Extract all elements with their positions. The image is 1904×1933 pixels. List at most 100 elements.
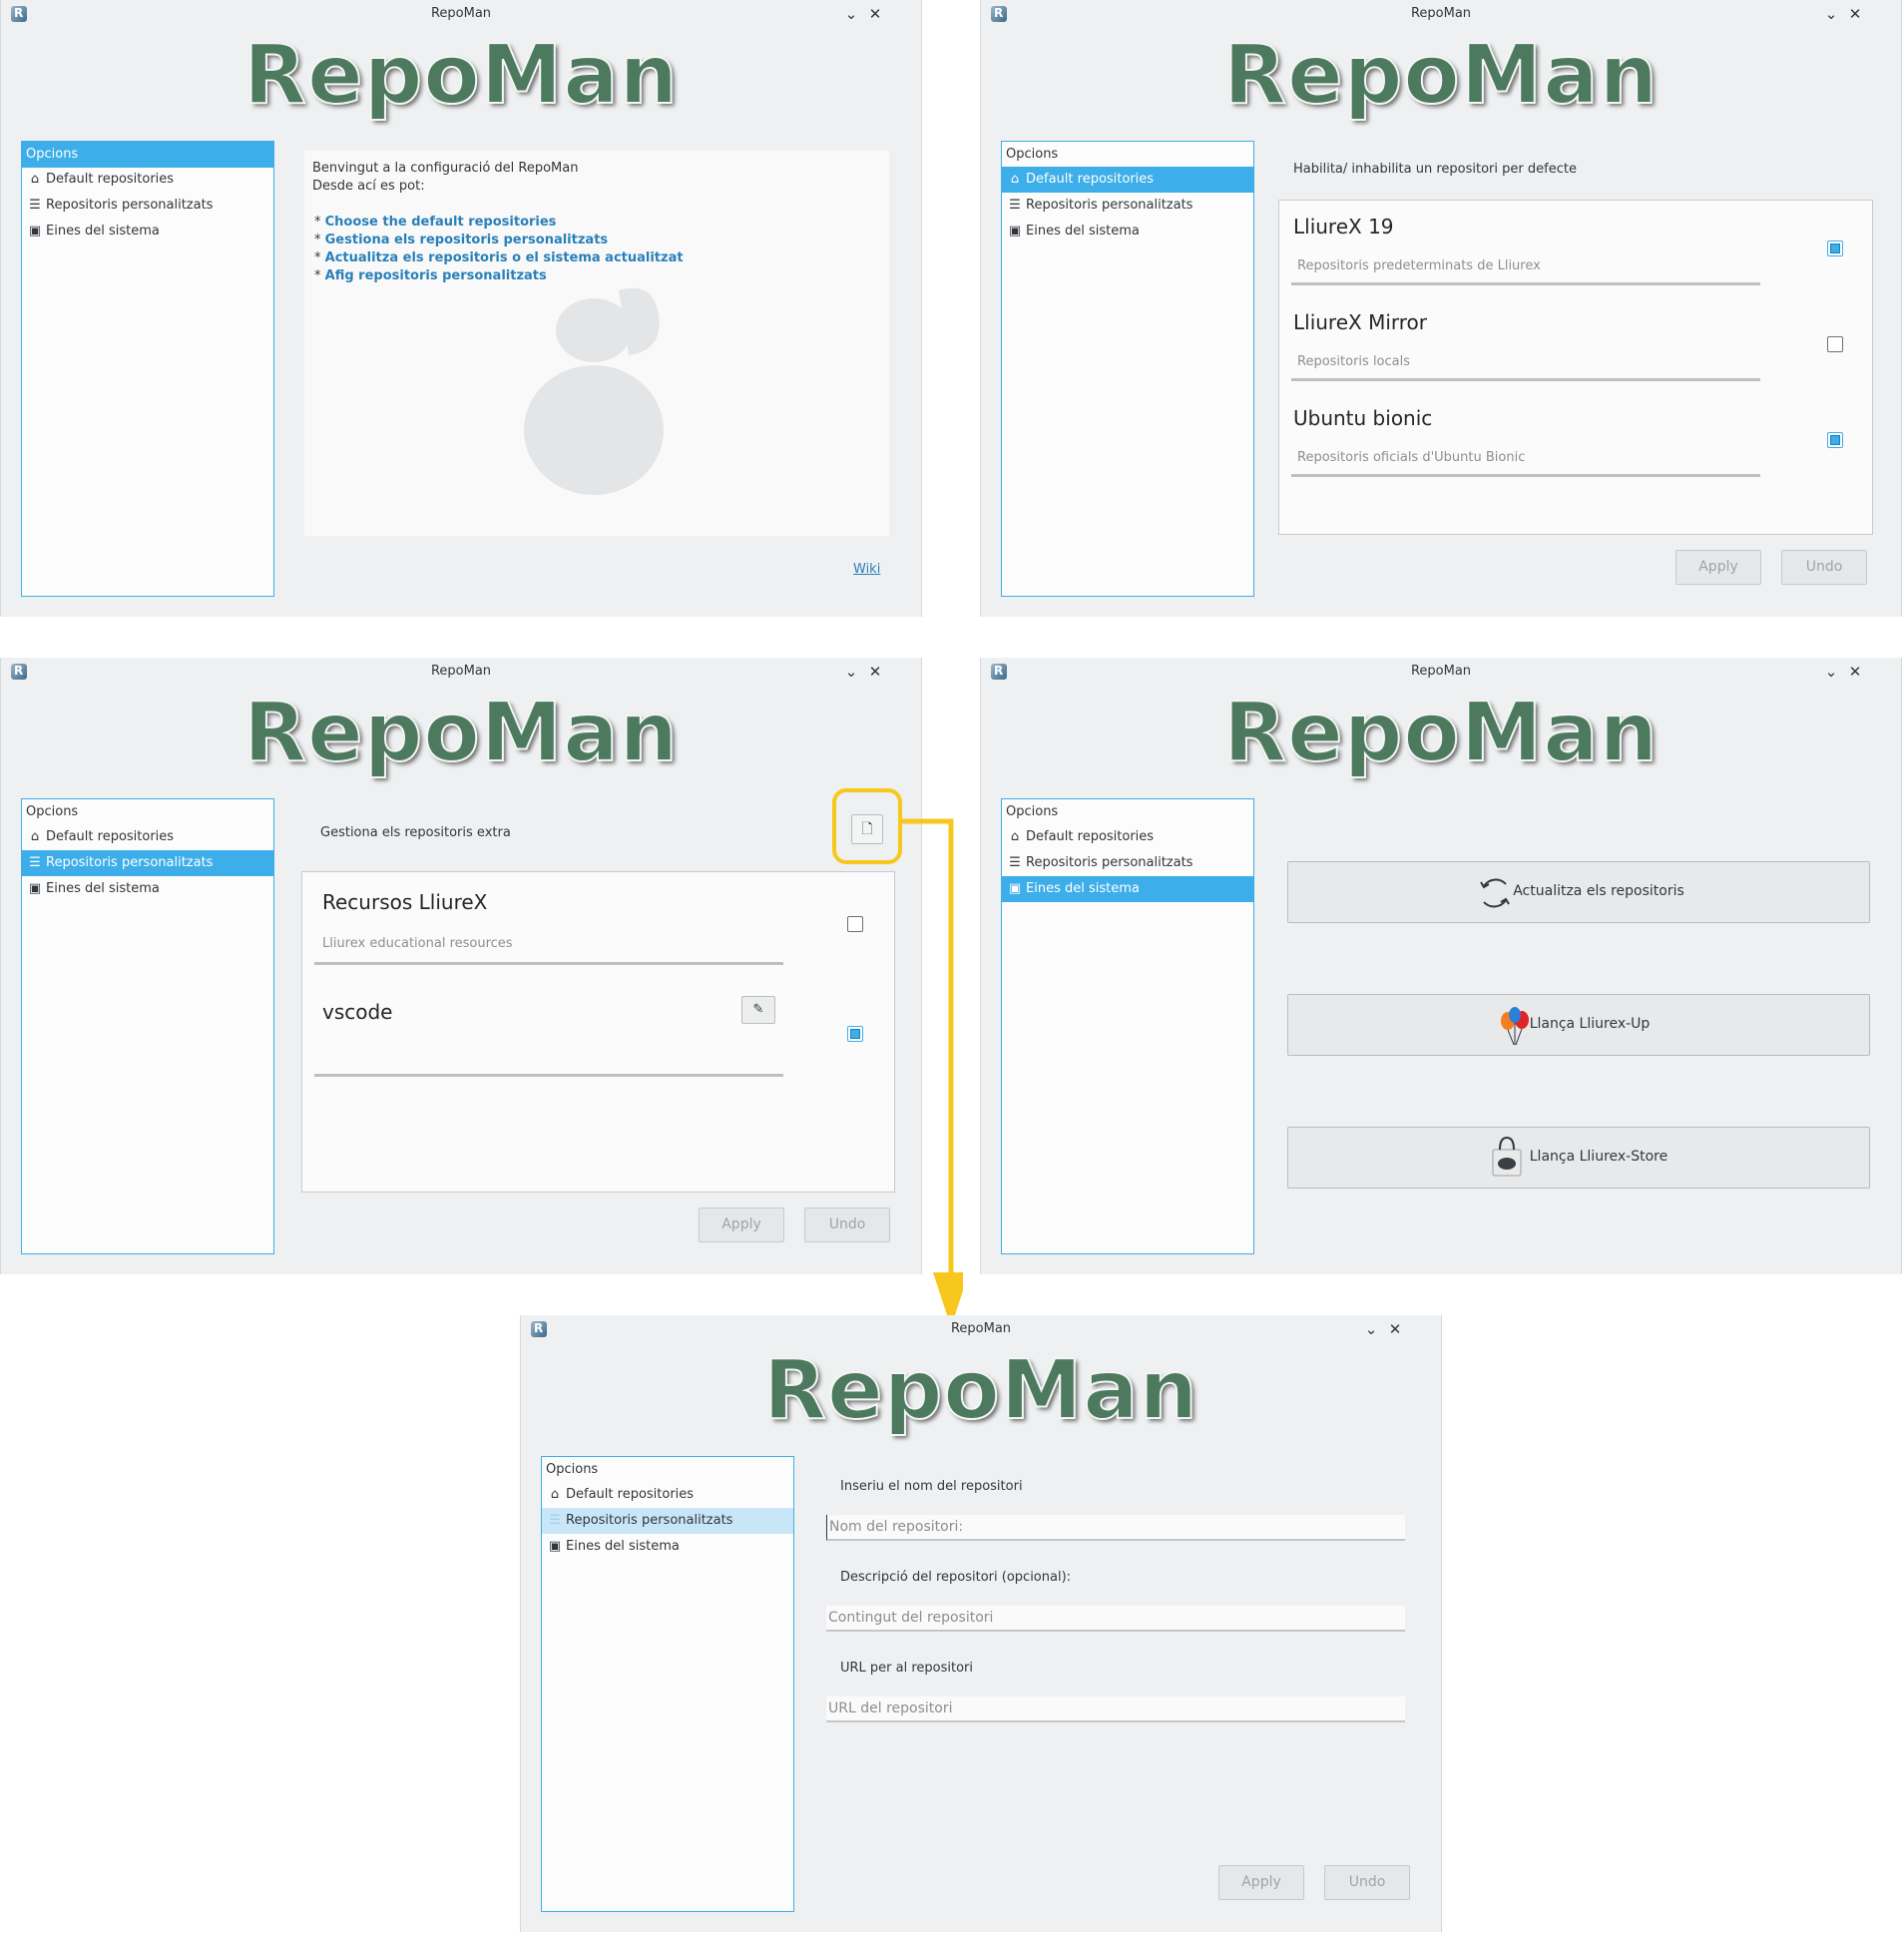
list-icon: ☰ bbox=[29, 198, 41, 213]
repo-name-input[interactable]: Nom del repositori: bbox=[826, 1515, 1405, 1541]
wiki-link[interactable]: Wiki bbox=[853, 562, 880, 577]
sidebar-item-default-repositories[interactable]: ⌂ Default repositories bbox=[22, 167, 273, 193]
home-icon: ⌂ bbox=[30, 829, 40, 844]
launch-lliurex-store-button[interactable]: Llança Lliurex-Store bbox=[1287, 1127, 1870, 1189]
repo-description: Repositoris oficials d'Ubuntu Bionic bbox=[1297, 450, 1526, 465]
home-icon: ⌂ bbox=[30, 172, 40, 187]
link-custom-repositories[interactable]: Gestiona els repositoris personalitzats bbox=[325, 233, 609, 247]
sidebar-item-custom-repositories[interactable]: ☰ Repositoris personalitzats bbox=[1002, 850, 1253, 876]
undo-button[interactable]: Undo bbox=[1781, 550, 1867, 585]
sidebar: Opcions ⌂ Default repositories ☰ Repositor… bbox=[21, 141, 274, 597]
repo-description: Repositoris locals bbox=[1297, 354, 1411, 369]
sidebar-item-default-repositories[interactable]: ⌂ Default repositories bbox=[1002, 824, 1253, 850]
repo-url-input[interactable]: URL del repositori bbox=[826, 1696, 1405, 1722]
sidebar-header[interactable]: Opcions bbox=[22, 799, 273, 825]
welcome-panel: Benvingut a la configuració del RepoMan … bbox=[304, 151, 889, 536]
system-tools-icon: ▣ bbox=[548, 1539, 562, 1554]
window-title: RepoMan bbox=[950, 1321, 1012, 1336]
edit-repository-button[interactable]: ✎ bbox=[741, 996, 775, 1024]
close-icon[interactable]: ✕ bbox=[1385, 1319, 1405, 1339]
sidebar: Opcions ⌂ Default repositories ☰ Repositor… bbox=[1001, 141, 1254, 597]
repo-checkbox[interactable] bbox=[847, 916, 863, 932]
repo-name-label: Inseriu el nom del repositori bbox=[840, 1479, 1023, 1494]
welcome-link-row: * Choose the default repositories bbox=[314, 215, 557, 230]
minimize-icon[interactable]: ⌄ bbox=[841, 662, 861, 682]
sidebar-item-custom-repositories[interactable]: ☰ Repositoris personalitzats bbox=[1002, 193, 1253, 219]
minimize-icon[interactable]: ⌄ bbox=[841, 4, 861, 24]
list-icon: ☰ bbox=[1009, 855, 1021, 870]
sidebar-item-custom-repositories[interactable]: ☰ Repositoris personalitzats bbox=[22, 850, 273, 876]
apply-button[interactable]: Apply bbox=[699, 1208, 784, 1242]
section-heading: Habilita/ inhabilita un repositori per d… bbox=[1293, 162, 1577, 177]
window-title: RepoMan bbox=[1410, 664, 1472, 679]
sidebar-item-system-tools[interactable]: ▣ Eines del sistema bbox=[1002, 876, 1253, 902]
mascot-watermark bbox=[524, 287, 664, 495]
repo-name: LliureX Mirror bbox=[1293, 310, 1428, 334]
close-icon[interactable]: ✕ bbox=[865, 662, 885, 682]
apply-button[interactable]: Apply bbox=[1218, 1865, 1304, 1900]
window-welcome: RepoMan ⌄ ✕ RepoMan Opcions ⌂Default rep… bbox=[0, 0, 922, 617]
window-default-repositories: RepoMan ⌄ ✕ RepoMan Opcions ⌂Default rep… bbox=[980, 0, 1902, 617]
sidebar-header[interactable]: Opcions bbox=[22, 142, 273, 168]
minimize-icon[interactable]: ⌄ bbox=[1361, 1319, 1381, 1339]
close-icon[interactable]: ✕ bbox=[865, 4, 885, 24]
link-add-repositories[interactable]: Afig repositoris personalitzats bbox=[325, 268, 547, 283]
link-default-repositories[interactable]: Choose the default repositories bbox=[325, 215, 557, 230]
system-tools-icon: ▣ bbox=[1008, 224, 1022, 239]
sidebar-header[interactable]: Opcions bbox=[1002, 142, 1253, 168]
sidebar-item-custom-repositories[interactable]: ☰ Repositoris personalitzats bbox=[22, 193, 273, 219]
titlebar[interactable]: RepoMan ⌄ ✕ bbox=[981, 0, 1901, 28]
repo-checkbox[interactable] bbox=[1827, 336, 1843, 352]
titlebar[interactable]: RepoMan ⌄ ✕ bbox=[981, 658, 1901, 686]
repo-description-label: Descripció del repositori (opcional): bbox=[840, 1570, 1072, 1585]
minimize-icon[interactable]: ⌄ bbox=[1821, 662, 1841, 682]
close-icon[interactable]: ✕ bbox=[1845, 4, 1865, 24]
repo-url-label: URL per al repositori bbox=[840, 1661, 974, 1676]
titlebar[interactable]: RepoMan ⌄ ✕ bbox=[1, 0, 921, 28]
link-update-repositories[interactable]: Actualitza els repositoris o el sistema … bbox=[325, 250, 684, 265]
close-icon[interactable]: ✕ bbox=[1845, 662, 1865, 682]
sidebar-item-system-tools[interactable]: ▣ Eines del sistema bbox=[1002, 219, 1253, 244]
flow-arrow bbox=[901, 818, 963, 1327]
titlebar[interactable]: RepoMan ⌄ ✕ bbox=[1, 658, 921, 686]
repo-checkbox[interactable] bbox=[1827, 432, 1843, 448]
repo-description-input[interactable]: Contingut del repositori bbox=[826, 1606, 1405, 1632]
repo-underline bbox=[314, 962, 783, 965]
launch-lliurex-up-button[interactable]: Llança Lliurex-Up bbox=[1287, 994, 1870, 1056]
minimize-icon[interactable]: ⌄ bbox=[1821, 4, 1841, 24]
default-repos-panel: LliureX 19 Repositoris predeterminats de… bbox=[1278, 200, 1873, 535]
repo-name: Ubuntu bionic bbox=[1293, 406, 1433, 430]
repo-underline bbox=[1291, 474, 1760, 477]
sidebar-header[interactable]: Opcions bbox=[1002, 799, 1253, 825]
sidebar-item-custom-repositories[interactable]: ☰ Repositoris personalitzats bbox=[542, 1508, 793, 1534]
sidebar-item-system-tools[interactable]: ▣ Eines del sistema bbox=[22, 876, 273, 902]
apply-button[interactable]: Apply bbox=[1675, 550, 1761, 585]
repo-underline bbox=[1291, 282, 1760, 285]
titlebar[interactable]: RepoMan ⌄ ✕ bbox=[521, 1315, 1441, 1343]
window-title: RepoMan bbox=[430, 6, 492, 21]
undo-button[interactable]: Undo bbox=[1324, 1865, 1410, 1900]
sidebar-item-default-repositories[interactable]: ⌂ Default repositories bbox=[542, 1482, 793, 1508]
sidebar-item-system-tools[interactable]: ▣ Eines del sistema bbox=[22, 219, 273, 244]
repo-checkbox[interactable] bbox=[847, 1026, 863, 1042]
home-icon: ⌂ bbox=[550, 1487, 560, 1502]
pencil-icon: ✎ bbox=[752, 1002, 764, 1017]
sidebar-item-default-repositories[interactable]: ⌂ Default repositories bbox=[1002, 167, 1253, 193]
sidebar: Opcions ⌂ Default repositories ☰ Repositor… bbox=[21, 798, 274, 1254]
sidebar: Opcions ⌂ Default repositories ☰ Repositor… bbox=[541, 1456, 794, 1912]
button-label: Llança Lliurex-Up bbox=[1529, 1016, 1651, 1032]
repoman-logo: RepoMan bbox=[242, 27, 680, 124]
sidebar-item-system-tools[interactable]: ▣ Eines del sistema bbox=[542, 1534, 793, 1560]
repo-description: Repositoris predeterminats de Lliurex bbox=[1297, 258, 1541, 273]
home-icon: ⌂ bbox=[1010, 829, 1020, 844]
window-system-tools: RepoMan ⌄ ✕ RepoMan Opcions ⌂Default rep… bbox=[980, 658, 1902, 1274]
list-icon: ☰ bbox=[29, 855, 41, 870]
update-repositories-button[interactable]: Actualitza els repositoris bbox=[1287, 861, 1870, 923]
repo-checkbox[interactable] bbox=[1827, 241, 1843, 256]
sidebar-item-default-repositories[interactable]: ⌂ Default repositories bbox=[22, 824, 273, 850]
undo-button[interactable]: Undo bbox=[804, 1208, 890, 1242]
add-repository-button[interactable]: 🗋 bbox=[851, 814, 883, 844]
window-add-repository: RepoMan ⌄ ✕ RepoMan Opcions ⌂Default rep… bbox=[520, 1315, 1442, 1932]
sidebar-header[interactable]: Opcions bbox=[542, 1457, 793, 1483]
button-label: Llança Lliurex-Store bbox=[1529, 1149, 1668, 1165]
